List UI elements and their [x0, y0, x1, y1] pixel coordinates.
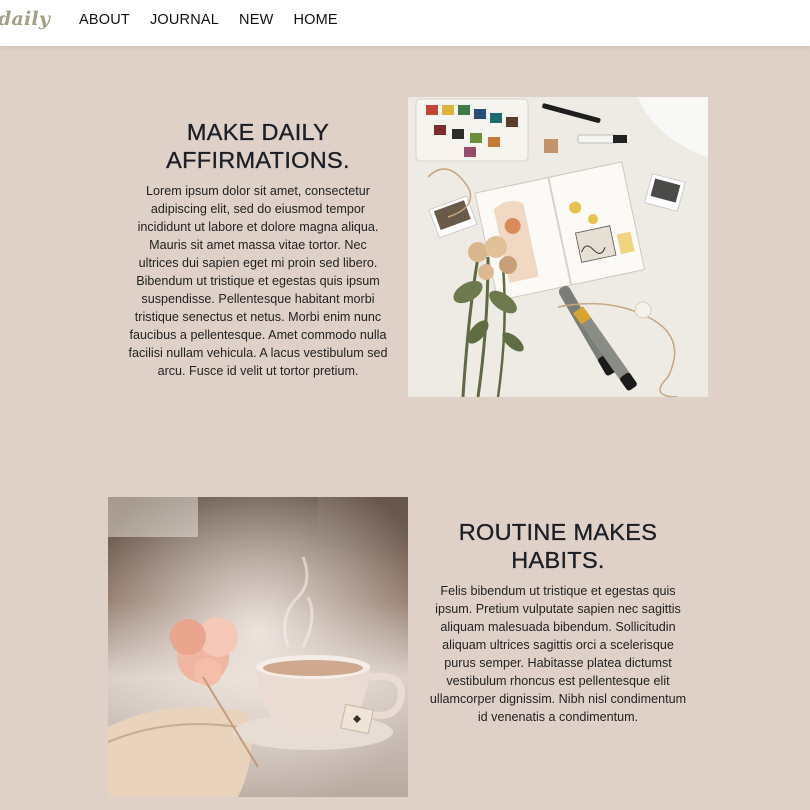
affirmations-section: MAKE DAILY AFFIRMATIONS. Lorem ipsum dol… — [128, 118, 388, 380]
main-nav: ABOUT JOURNAL NEW HOME — [79, 12, 358, 28]
nav-link-new[interactable]: NEW — [239, 12, 273, 28]
affirmations-body: Lorem ipsum dolor sit amet, consectetur … — [128, 184, 388, 378]
site-logo[interactable]: daily — [0, 8, 50, 30]
nav-link-home[interactable]: HOME — [293, 12, 337, 28]
tea-cup-image — [108, 497, 408, 797]
affirmations-heading-line2: AFFIRMATIONS. — [166, 147, 350, 173]
affirmations-heading: MAKE DAILY AFFIRMATIONS. — [128, 118, 388, 174]
habits-heading-line1: ROUTINE MAKES — [458, 519, 658, 545]
top-navigation-bar: daily ABOUT JOURNAL NEW HOME — [0, 0, 810, 46]
habits-section: ROUTINE MAKES HABITS. Felis bibendum ut … — [428, 518, 688, 726]
habits-heading-line2: HABITS. — [511, 547, 605, 573]
nav-link-journal[interactable]: JOURNAL — [150, 12, 219, 28]
affirmations-heading-line1: MAKE DAILY — [186, 119, 330, 145]
habits-body: Felis bibendum ut tristique et egestas q… — [429, 584, 687, 724]
nav-link-about[interactable]: ABOUT — [79, 12, 130, 28]
journal-flatlay-image — [408, 97, 708, 397]
habits-heading: ROUTINE MAKES HABITS. — [428, 518, 688, 574]
